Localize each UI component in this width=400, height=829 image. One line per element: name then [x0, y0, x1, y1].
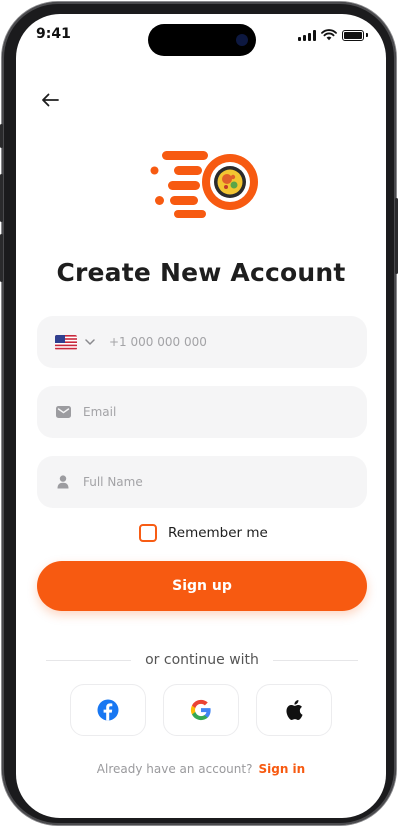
arrow-left-icon: [42, 93, 59, 107]
full-name-field[interactable]: [37, 456, 367, 508]
user-icon: [55, 474, 71, 490]
wifi-icon: [321, 29, 337, 41]
status-indicators: [298, 29, 368, 41]
divider: or continue with: [46, 652, 358, 668]
back-button[interactable]: [36, 86, 64, 114]
apple-icon: [286, 700, 303, 720]
phone-input[interactable]: [109, 335, 367, 349]
sign-up-button[interactable]: Sign up: [37, 561, 367, 611]
dynamic-island: [148, 24, 256, 56]
sign-in-prompt: Already have an account? Sign in: [16, 762, 386, 776]
battery-icon: [342, 29, 364, 41]
sign-in-question: Already have an account?: [96, 762, 253, 776]
us-flag-icon[interactable]: [55, 334, 77, 350]
google-login-button[interactable]: [163, 684, 239, 736]
divider-line: [46, 659, 132, 661]
phone-side-button: [0, 174, 3, 222]
app-screen: 9:41 Create New Account +1 000 000 000 E…: [16, 14, 386, 818]
full-name-input[interactable]: [83, 475, 367, 489]
google-icon: [190, 699, 211, 721]
phone-side-button: [395, 198, 398, 274]
email-input[interactable]: [83, 405, 367, 419]
page-title: Create New Account: [56, 258, 346, 287]
sign-in-link[interactable]: Sign in: [258, 762, 305, 776]
chevron-down-icon[interactable]: [85, 339, 95, 345]
battery-tip: [366, 33, 368, 37]
mail-icon: [55, 404, 71, 420]
brand-logo: [150, 151, 258, 218]
status-time: 9:41: [36, 26, 71, 42]
email-field[interactable]: [37, 386, 367, 438]
facebook-icon: [97, 699, 119, 721]
phone-side-button: [0, 234, 3, 282]
divider-text: or continue with: [145, 652, 259, 668]
divider-line: [272, 659, 358, 661]
phone-field[interactable]: [37, 316, 367, 368]
remember-me-checkbox[interactable]: [139, 524, 157, 542]
facebook-login-button[interactable]: [70, 684, 146, 736]
cellular-signal-icon: [298, 29, 316, 41]
apple-login-button[interactable]: [256, 684, 332, 736]
phone-frame: 9:41 Create New Account +1 000 000 000 E…: [0, 2, 398, 825]
front-camera: [236, 34, 248, 46]
phone-side-button: [0, 124, 3, 148]
remember-me-label: Remember me: [168, 525, 268, 541]
remember-me-row[interactable]: Remember me: [139, 524, 268, 542]
